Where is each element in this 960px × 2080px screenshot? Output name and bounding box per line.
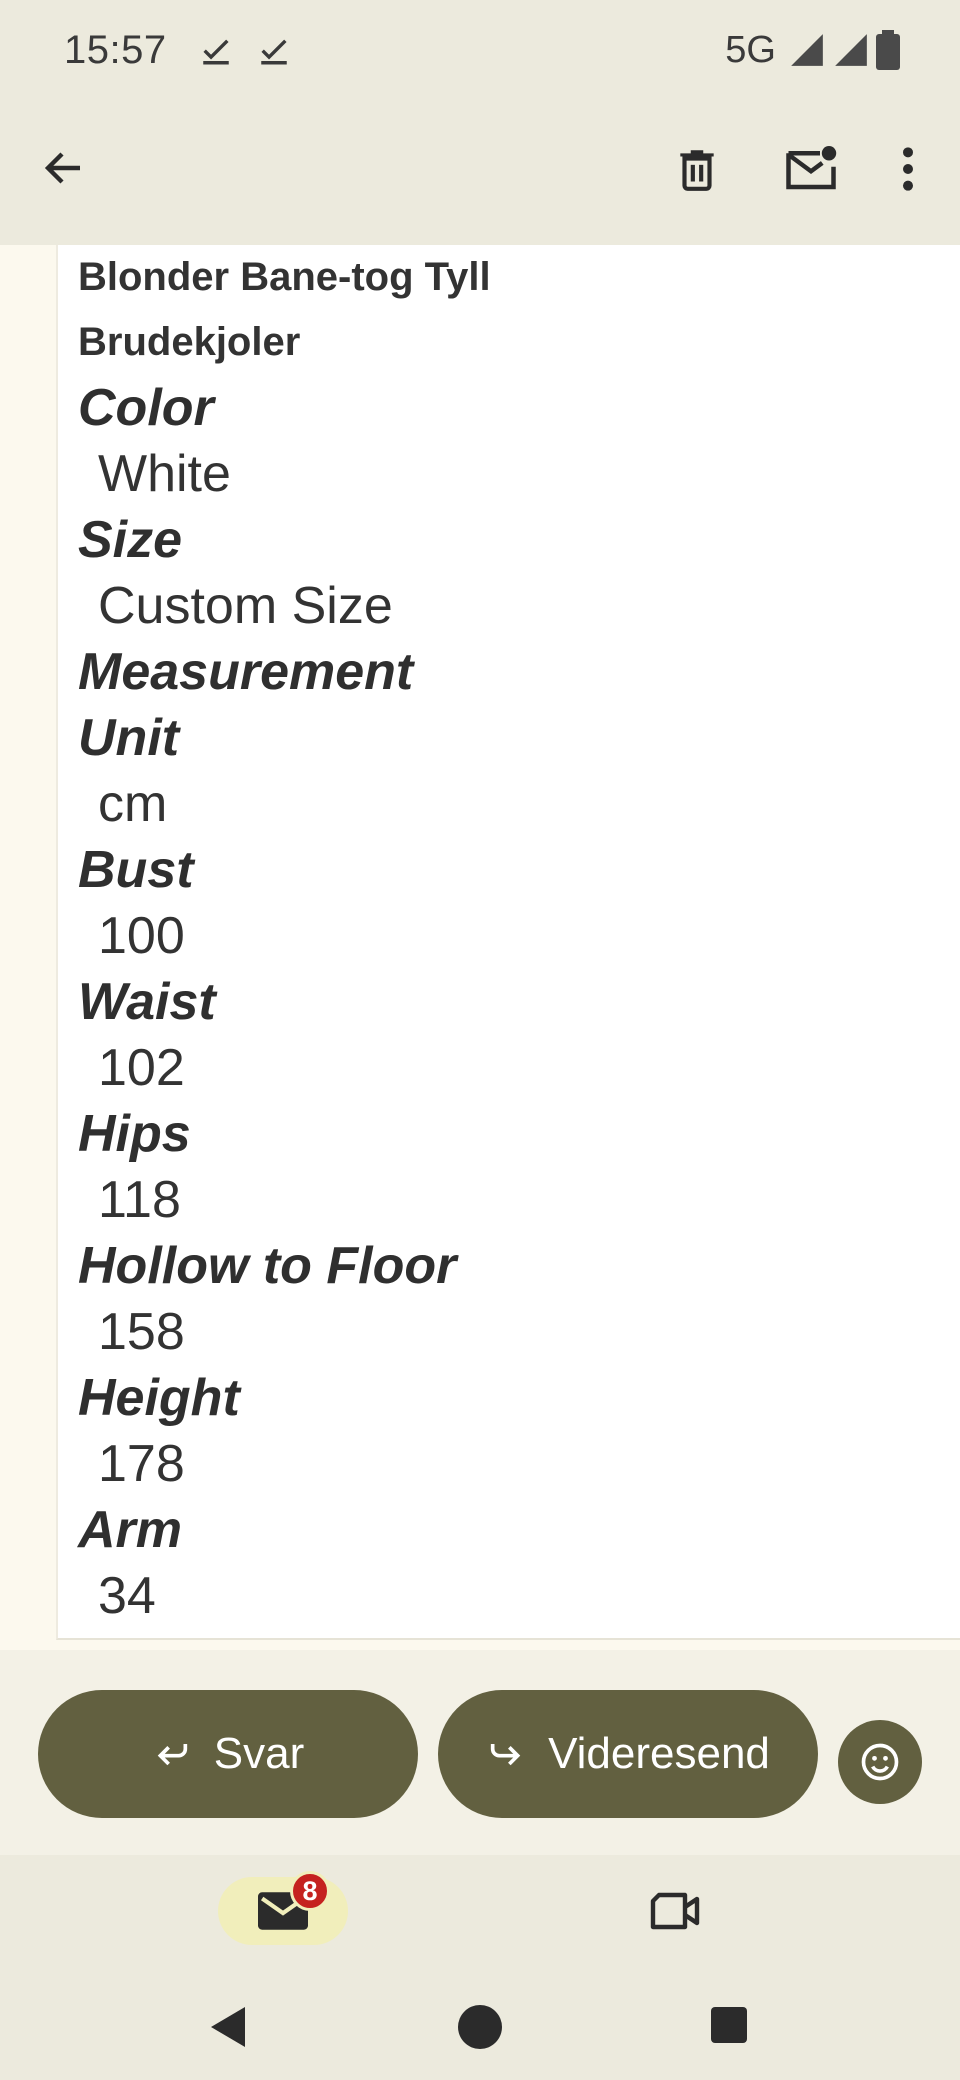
bottom-navigation: 8 xyxy=(0,1855,960,1975)
trash-icon[interactable] xyxy=(672,144,722,194)
field-label-bust: Bust xyxy=(78,841,194,899)
field-label-measurement: Measurement xyxy=(78,643,414,701)
field-value-bust: 100 xyxy=(98,907,185,965)
field-value-color: White xyxy=(98,445,231,503)
email-content: Blonder Bane-tog Tyll Brudekjoler Color … xyxy=(0,245,960,1650)
field-label-hips: Hips xyxy=(78,1105,191,1163)
system-home-icon[interactable] xyxy=(458,2005,502,2049)
product-title-line: Brudekjoler xyxy=(78,320,301,364)
field-label-arm: Arm xyxy=(78,1501,183,1559)
forward-icon xyxy=(486,1734,526,1774)
app-bar xyxy=(0,100,960,245)
check-icon xyxy=(257,33,291,67)
check-icon xyxy=(199,33,233,67)
reply-label: Svar xyxy=(213,1729,305,1778)
system-recents-icon[interactable] xyxy=(711,2007,747,2043)
product-title-line: Blonder Bane-tog Tyll xyxy=(78,255,491,299)
emoji-reaction-button[interactable] xyxy=(838,1720,922,1804)
field-label-hollow-to-floor: Hollow to Floor xyxy=(78,1237,457,1295)
battery-icon xyxy=(876,30,900,70)
nav-meet-tab[interactable] xyxy=(640,1881,710,1941)
field-value-hips: 118 xyxy=(98,1171,181,1229)
network-type: 5G xyxy=(725,28,776,71)
mark-unread-icon[interactable] xyxy=(784,142,838,196)
field-value-height: 178 xyxy=(98,1435,185,1493)
unread-count-badge: 8 xyxy=(290,1871,330,1911)
more-vert-icon[interactable] xyxy=(888,144,928,194)
signal-icon xyxy=(788,31,826,69)
field-label-waist: Waist xyxy=(78,973,216,1031)
reply-bar: Svar Videresend xyxy=(0,1650,960,1855)
reply-button[interactable]: Svar xyxy=(38,1690,418,1818)
system-navigation-bar xyxy=(0,1975,960,2080)
field-value-hollow-to-floor: 158 xyxy=(98,1303,185,1361)
email-body: Blonder Bane-tog Tyll Brudekjoler Color … xyxy=(56,245,960,1640)
reply-icon xyxy=(152,1734,192,1774)
field-value-waist: 102 xyxy=(98,1039,185,1097)
status-time: 15:57 xyxy=(64,27,167,72)
forward-label: Videresend xyxy=(548,1729,770,1778)
back-arrow-icon[interactable] xyxy=(34,138,94,198)
field-value-arm: 34 xyxy=(98,1567,156,1625)
field-label-size: Size xyxy=(78,511,183,569)
field-value-size: Custom Size xyxy=(98,577,393,635)
field-value-unit: cm xyxy=(98,775,168,833)
field-label-height: Height xyxy=(78,1369,240,1427)
forward-button[interactable]: Videresend xyxy=(438,1690,818,1818)
nav-mail-tab[interactable]: 8 xyxy=(218,1871,348,1945)
smiley-icon xyxy=(858,1740,902,1784)
signal-icon xyxy=(832,31,870,69)
status-bar: 15:57 5G xyxy=(0,0,960,100)
video-camera-icon xyxy=(649,1890,701,1932)
system-back-icon[interactable] xyxy=(208,2005,250,2049)
field-label-unit: Unit xyxy=(78,709,180,767)
field-label-color: Color xyxy=(78,379,214,437)
